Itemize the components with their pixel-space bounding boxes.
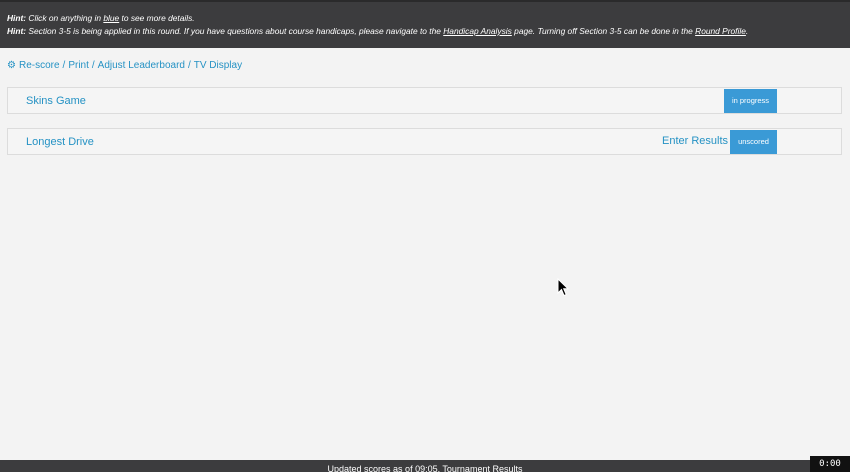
status-badge: unscored [730, 130, 777, 154]
mouse-cursor-icon [557, 278, 569, 297]
hint-line-1: Hint: Click on anything in blue to see m… [7, 12, 843, 25]
game-title-longest-drive[interactable]: Longest Drive [26, 129, 94, 155]
recording-timer: 0:00 [810, 456, 850, 472]
hint-bar: Hint: Click on anything in blue to see m… [0, 0, 850, 48]
footer-text: Updated scores as of 09:05. Tournament R… [327, 464, 523, 472]
footer-bar: Updated scores as of 09:05. Tournament R… [0, 460, 850, 472]
hint-label: Hint: [7, 13, 27, 23]
enter-results-link[interactable]: Enter Results [662, 129, 728, 154]
tv-display-link[interactable]: TV Display [194, 60, 242, 71]
handicap-analysis-link[interactable]: Handicap Analysis [443, 26, 512, 36]
separator: / [91, 60, 95, 71]
blue-link[interactable]: blue [103, 13, 119, 23]
separator: / [62, 60, 66, 71]
game-row-skins: Skins Game in progress [7, 87, 842, 114]
separator: / [187, 60, 191, 71]
hint-label: Hint: [7, 26, 27, 36]
hint-line-2: Hint: Section 3-5 is being applied in th… [7, 25, 843, 38]
status-badge: in progress [724, 89, 777, 113]
hint-text: Section 3-5 is being applied in this rou… [26, 26, 444, 36]
leaderboard-actions: ⚙ Re-score / Print / Adjust Leaderboard … [7, 60, 242, 71]
hint-text: . [745, 26, 749, 36]
round-profile-link[interactable]: Round Profile [695, 26, 746, 36]
gear-icon: ⚙ [7, 59, 16, 71]
game-row-longest-drive: Longest Drive Enter Results unscored [7, 128, 842, 155]
hint-text: page. Turning off Section 3-5 can be don… [511, 26, 696, 36]
page: Hint: Click on anything in blue to see m… [0, 0, 850, 472]
game-title-skins[interactable]: Skins Game [26, 88, 86, 114]
adjust-leaderboard-link[interactable]: Adjust Leaderboard [98, 60, 185, 71]
hint-text: Click on anything in [26, 13, 104, 23]
re-score-link[interactable]: Re-score [19, 60, 60, 71]
print-link[interactable]: Print [68, 60, 89, 71]
hint-text: to see more details. [119, 13, 195, 23]
